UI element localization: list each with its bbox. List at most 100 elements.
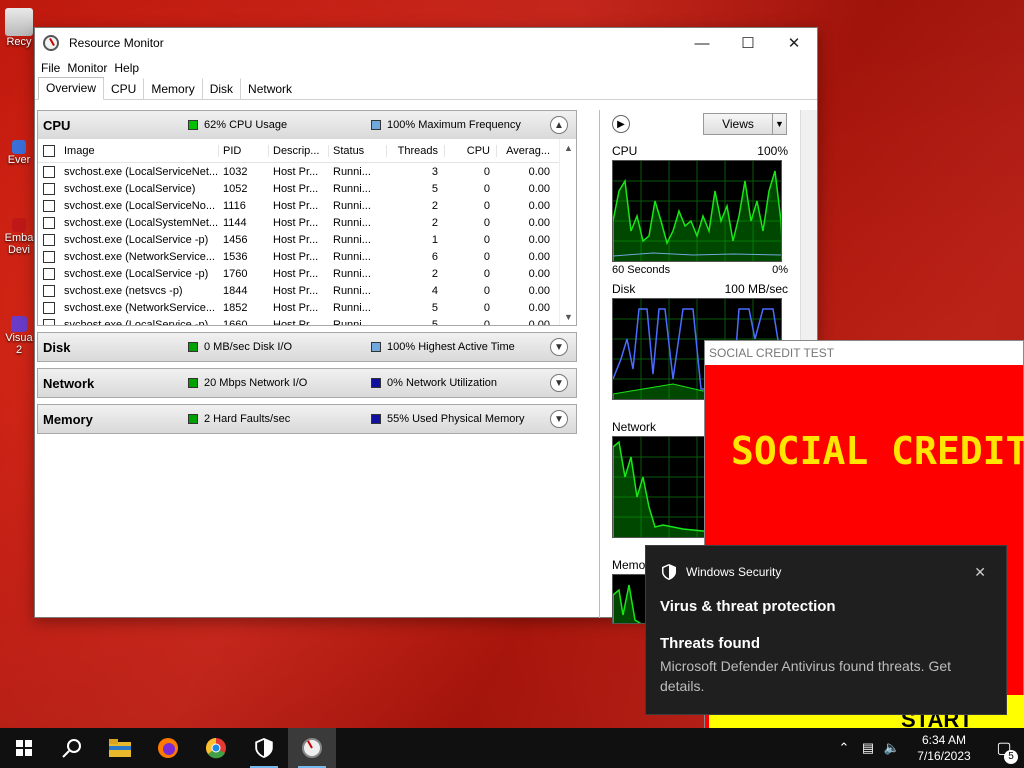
menu-file[interactable]: File — [41, 61, 60, 75]
table-row[interactable]: svchost.exe (NetworkService... 1536 Host P… — [38, 248, 576, 265]
taskbar-firefox[interactable] — [144, 728, 192, 768]
column-header-average[interactable]: Averag... — [496, 144, 556, 157]
table-row[interactable]: svchost.exe (NetworkService... 1852 Host P… — [38, 299, 576, 316]
checkbox-cell — [38, 165, 60, 178]
network-section: Network 20 Mbps Network I/O 0% Network U… — [37, 368, 577, 398]
cell-pid: 1536 — [223, 250, 248, 263]
table-scrollbar[interactable]: ▲ ▼ — [559, 139, 576, 325]
table-row[interactable]: svchost.exe (LocalServiceNo... 1116 Host P… — [38, 197, 576, 214]
scroll-down-icon[interactable]: ▼ — [560, 308, 576, 325]
table-row[interactable]: svchost.exe (LocalService) 1052 Host Pr...… — [38, 180, 576, 197]
social-credit-title-bar[interactable]: SOCIAL CREDIT TEST — [705, 341, 1023, 365]
title-bar[interactable]: Resource Monitor — ☐ ✕ — [35, 28, 817, 58]
tab-disk[interactable]: Disk — [201, 78, 241, 99]
row-checkbox[interactable] — [43, 318, 55, 325]
disk-io-label: 0 MB/sec Disk I/O — [204, 341, 293, 353]
desktop-icon-label: Recy — [6, 36, 32, 48]
row-checkbox[interactable] — [43, 250, 55, 263]
cell-threads: 1 — [431, 233, 438, 246]
desktop-icon-recycle-bin[interactable]: Recy — [4, 8, 34, 48]
scroll-up-icon[interactable]: ▲ — [560, 139, 576, 156]
network-section-header[interactable]: Network 20 Mbps Network I/O 0% Network U… — [38, 369, 576, 397]
row-checkbox[interactable] — [43, 233, 55, 246]
row-checkbox[interactable] — [43, 182, 55, 195]
desktop-icon-ever[interactable]: Ever — [4, 140, 34, 166]
table-row[interactable]: svchost.exe (LocalService -p) 1660 Host Pr… — [38, 316, 576, 325]
cell-average: 0.00 — [528, 182, 550, 195]
table-body: svchost.exe (LocalServiceNet... 1032 Host … — [38, 163, 576, 325]
expand-chevron-down-icon[interactable]: ▼ — [550, 374, 568, 392]
start-menu-button[interactable] — [0, 728, 48, 768]
table-row[interactable]: svchost.exe (LocalServiceNet... 1032 Host … — [38, 163, 576, 180]
row-checkbox[interactable] — [43, 216, 55, 229]
search-button[interactable] — [48, 728, 96, 768]
taskbar-windows-security[interactable] — [240, 728, 288, 768]
windows-security-toast[interactable]: Windows Security ✕ Virus & threat protec… — [645, 545, 1007, 715]
taskbar-chrome[interactable] — [192, 728, 240, 768]
memory-section-header[interactable]: Memory 2 Hard Faults/sec 55% Used Physic… — [38, 405, 576, 433]
row-checkbox[interactable] — [43, 199, 55, 212]
checkbox-cell — [38, 301, 60, 314]
cell-pid: 1660 — [223, 318, 248, 326]
cell-image: svchost.exe (LocalService) — [64, 182, 196, 195]
column-header-pid[interactable]: PID — [218, 144, 268, 157]
tab-cpu[interactable]: CPU — [103, 78, 144, 99]
tab-memory[interactable]: Memory — [143, 78, 202, 99]
menu-bar: File Monitor Help — [35, 58, 817, 78]
minimize-button[interactable]: — — [679, 28, 725, 58]
taskbar-resource-monitor[interactable] — [288, 728, 336, 768]
select-all-checkbox[interactable] — [43, 144, 55, 157]
cell-image: svchost.exe (NetworkService... — [64, 250, 215, 263]
cpu-section: CPU 62% CPU Usage 100% Maximum Frequency… — [37, 110, 577, 326]
action-center-button[interactable]: ▢ 5 — [984, 738, 1024, 764]
column-header-image[interactable]: Image — [60, 145, 218, 157]
expand-chevron-down-icon[interactable]: ▼ — [550, 410, 568, 428]
disk-section-header[interactable]: Disk 0 MB/sec Disk I/O 100% Highest Acti… — [38, 333, 576, 361]
hard-faults-label: 2 Hard Faults/sec — [204, 413, 291, 425]
system-tray: ⌃ ▤ 🔈 6:34 AM 7/16/2023 ▢ 5 — [832, 728, 1024, 768]
collapse-chevron-up-icon[interactable]: ▲ — [550, 116, 568, 134]
cell-threads: 2 — [431, 199, 438, 212]
maximize-button[interactable]: ☐ — [725, 28, 771, 58]
toast-close-icon[interactable]: ✕ — [974, 564, 986, 581]
cpu-usage-swatch — [188, 120, 198, 130]
checkbox-cell — [38, 199, 60, 212]
network-io-swatch — [188, 378, 198, 388]
desktop-icon-visual-studio[interactable]: Visua 2 — [4, 316, 34, 356]
menu-help[interactable]: Help — [114, 61, 139, 75]
column-header-threads[interactable]: Threads — [386, 144, 444, 157]
row-checkbox[interactable] — [43, 284, 55, 297]
network-icon[interactable]: ▤ — [856, 740, 880, 756]
clock-date: 7/16/2023 — [917, 749, 971, 763]
taskbar-file-explorer[interactable] — [96, 728, 144, 768]
volume-muted-icon[interactable]: 🔈 — [880, 740, 904, 756]
tab-overview[interactable]: Overview — [38, 77, 105, 100]
table-row[interactable]: svchost.exe (netsvcs -p) 1844 Host Pr... Ru… — [38, 282, 576, 299]
collapse-pane-arrow-icon[interactable]: ▶ — [612, 115, 630, 133]
row-checkbox[interactable] — [43, 267, 55, 280]
desktop-icon-embarcadero[interactable]: Emba Devi — [4, 218, 34, 256]
column-header-cpu[interactable]: CPU — [444, 144, 496, 157]
tab-network[interactable]: Network — [240, 78, 300, 99]
cpu-section-header[interactable]: CPU 62% CPU Usage 100% Maximum Frequency… — [38, 111, 576, 139]
expand-chevron-down-icon[interactable]: ▼ — [550, 338, 568, 356]
close-button[interactable]: ✕ — [771, 28, 817, 58]
clock[interactable]: 6:34 AM 7/16/2023 — [904, 732, 984, 764]
cell-status: Runni... — [333, 165, 371, 178]
table-row[interactable]: svchost.exe (LocalSystemNet... 1144 Host P… — [38, 214, 576, 231]
row-checkbox[interactable] — [43, 301, 55, 314]
cell-cpu: 0 — [483, 199, 490, 212]
column-header-status[interactable]: Status — [328, 144, 386, 157]
cell-threads: 2 — [431, 216, 438, 229]
checkbox-cell — [38, 267, 60, 280]
table-row[interactable]: svchost.exe (LocalService -p) 1760 Host Pr… — [38, 265, 576, 282]
table-row[interactable]: svchost.exe (LocalService -p) 1456 Host Pr… — [38, 231, 576, 248]
views-dropdown[interactable]: Views ▼ — [703, 113, 787, 135]
disk-section: Disk 0 MB/sec Disk I/O 100% Highest Acti… — [37, 332, 577, 362]
notification-count-badge: 5 — [1004, 750, 1018, 764]
show-hidden-icons-chevron-icon[interactable]: ⌃ — [832, 740, 856, 756]
row-checkbox[interactable] — [43, 165, 55, 178]
column-header-description[interactable]: Descrip... — [268, 144, 328, 157]
menu-monitor[interactable]: Monitor — [67, 61, 107, 75]
toast-title: Virus & threat protection — [660, 598, 836, 615]
